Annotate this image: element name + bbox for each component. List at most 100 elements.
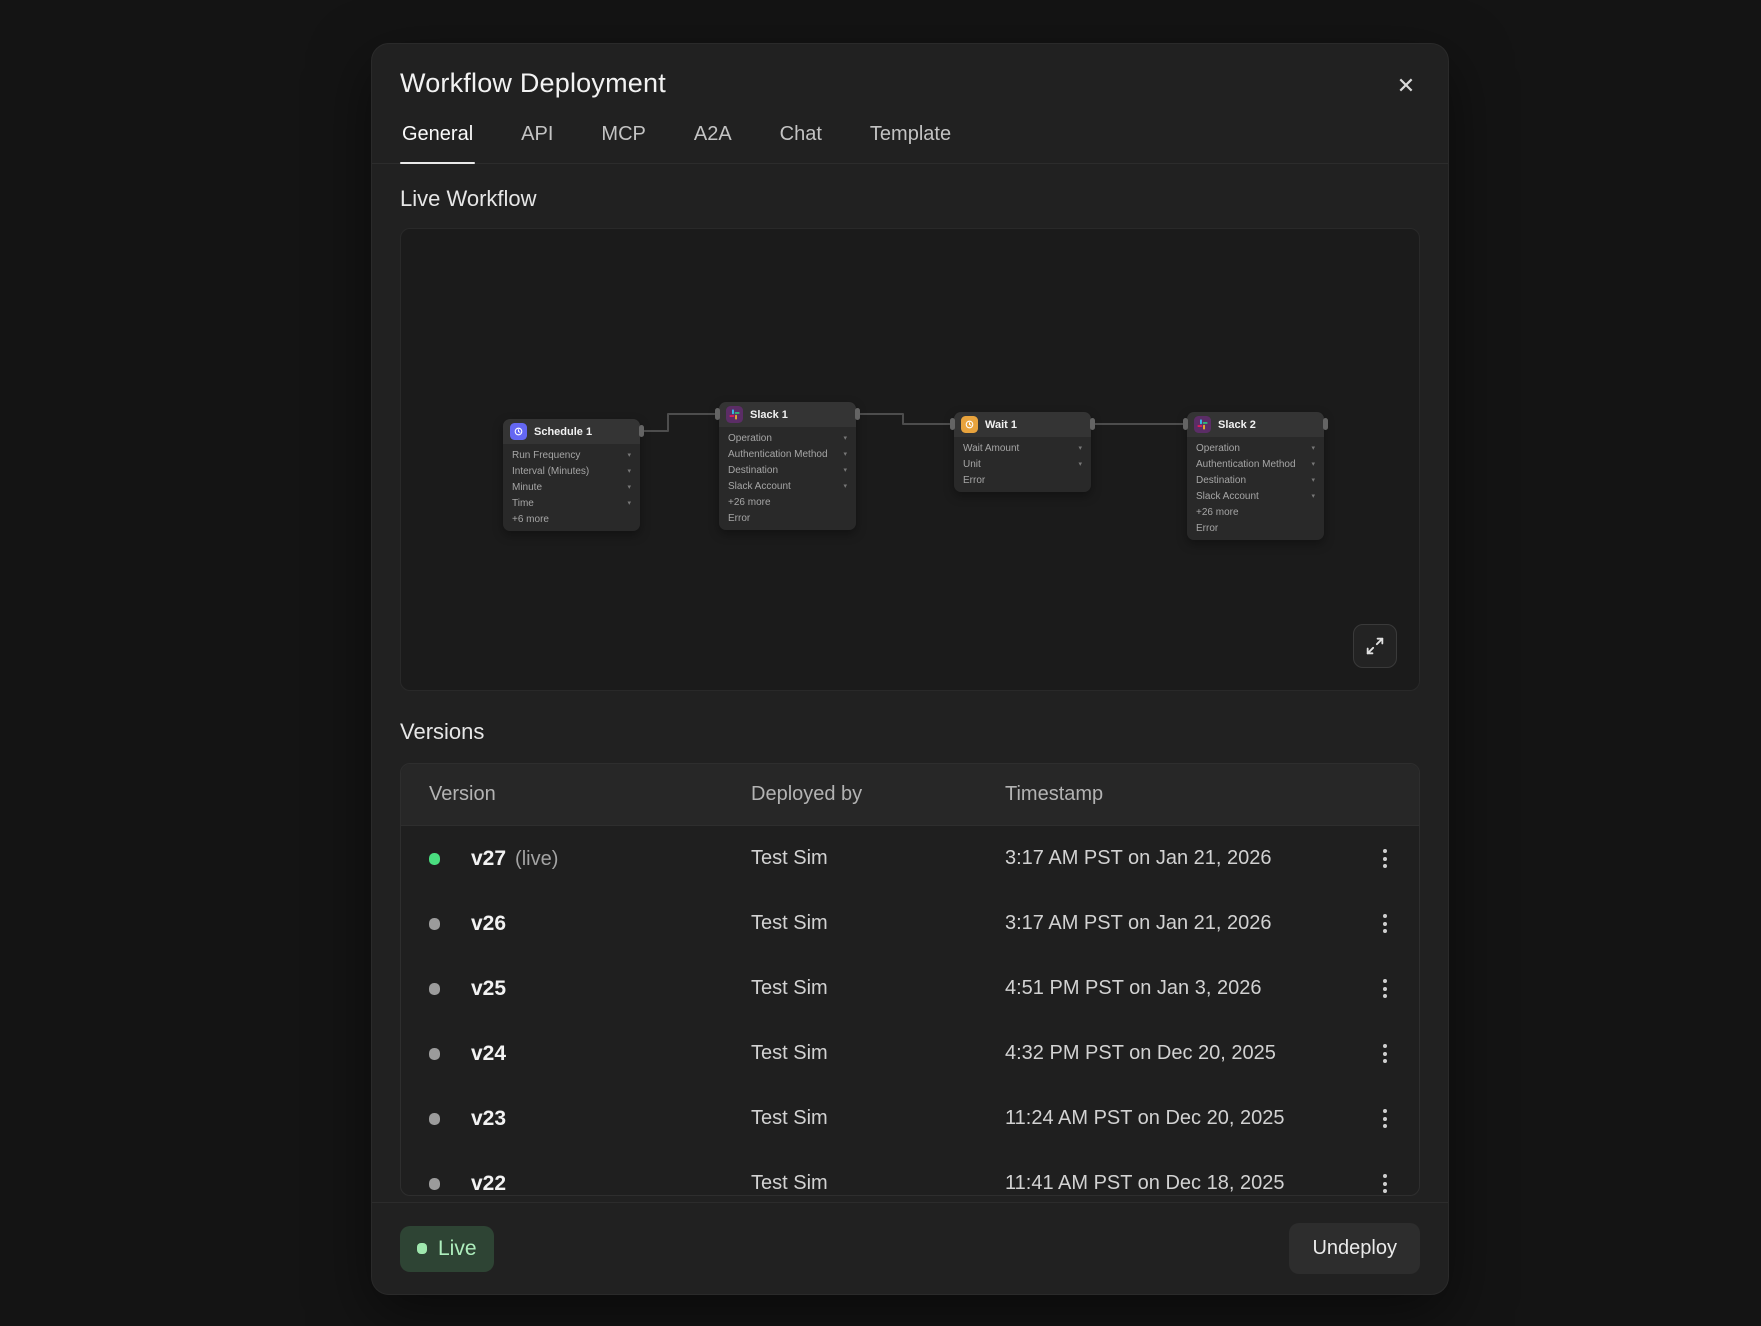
tab-general[interactable]: General: [400, 117, 475, 163]
version-label: v24: [471, 1042, 506, 1066]
chevron-down-icon: ▾: [1311, 492, 1315, 500]
node-slack-1-header: Slack 1: [719, 402, 856, 427]
deployed-by-cell: Test Sim: [751, 912, 1005, 935]
node-schedule-1-header: Schedule 1: [503, 419, 640, 444]
node-field: Destination▾: [719, 462, 856, 478]
output-port: [1323, 418, 1328, 430]
expand-icon: [1364, 635, 1386, 657]
node-title: Slack 2: [1218, 419, 1256, 431]
node-title: Schedule 1: [534, 426, 592, 438]
output-port: [855, 408, 860, 420]
version-label: v22: [471, 1172, 506, 1196]
slack-icon: [1194, 416, 1211, 433]
workflow-deployment-modal: Workflow Deployment ✕ General API MCP A2…: [371, 43, 1449, 1295]
clock-icon: [961, 416, 978, 433]
chevron-down-icon: ▾: [1078, 460, 1082, 468]
node-field: Slack Account▾: [719, 478, 856, 494]
modal-body: Live Workflow Schedule 1 Run Frequency▾ …: [372, 164, 1448, 1196]
node-slack-2[interactable]: Slack 2 Operation▾ Authentication Method…: [1187, 412, 1324, 540]
live-badge-label: Live: [438, 1237, 477, 1261]
tab-a2a[interactable]: A2A: [692, 117, 734, 163]
kebab-menu-icon[interactable]: [1367, 1036, 1403, 1072]
version-row-v24: v24 Test Sim 4:32 PM PST on Dec 20, 2025: [401, 1021, 1419, 1086]
node-field-error: Error: [719, 510, 856, 526]
kebab-menu-icon[interactable]: [1367, 1166, 1403, 1197]
close-icon: ✕: [1397, 73, 1415, 99]
column-header-deployed-by: Deployed by: [751, 783, 1005, 806]
chevron-down-icon: ▾: [843, 482, 847, 490]
node-field-error: Error: [954, 472, 1091, 488]
undeploy-button[interactable]: Undeploy: [1289, 1223, 1420, 1274]
version-label: v25: [471, 977, 506, 1001]
chevron-down-icon: ▾: [1311, 476, 1315, 484]
node-field: Interval (Minutes)▾: [503, 463, 640, 479]
deployed-by-cell: Test Sim: [751, 847, 1005, 870]
node-wait-1[interactable]: Wait 1 Wait Amount▾ Unit▾ Error: [954, 412, 1091, 492]
kebab-menu-icon[interactable]: [1367, 906, 1403, 942]
version-label: v23: [471, 1107, 506, 1131]
deployed-by-cell: Test Sim: [751, 1042, 1005, 1065]
output-port: [639, 425, 644, 437]
column-header-timestamp: Timestamp: [1005, 783, 1343, 806]
node-slack-1-fields: Operation▾ Authentication Method▾ Destin…: [719, 427, 856, 530]
deployed-by-cell: Test Sim: [751, 1172, 1005, 1195]
node-title: Wait 1: [985, 419, 1017, 431]
chevron-down-icon: ▾: [627, 483, 631, 491]
node-slack-1[interactable]: Slack 1 Operation▾ Authentication Method…: [719, 402, 856, 530]
versions-heading: Versions: [400, 719, 1420, 745]
column-header-version: Version: [429, 783, 751, 806]
timestamp-cell: 11:41 AM PST on Dec 18, 2025: [1005, 1172, 1343, 1195]
version-row-v25: v25 Test Sim 4:51 PM PST on Jan 3, 2026: [401, 956, 1419, 1021]
node-field: Wait Amount▾: [954, 440, 1091, 456]
timestamp-cell: 4:51 PM PST on Jan 3, 2026: [1005, 977, 1343, 1000]
kebab-menu-icon[interactable]: [1367, 1101, 1403, 1137]
node-field: Minute▾: [503, 479, 640, 495]
node-field-more: +26 more: [1187, 504, 1324, 520]
chevron-down-icon: ▾: [1078, 444, 1082, 452]
node-slack-2-fields: Operation▾ Authentication Method▾ Destin…: [1187, 437, 1324, 540]
status-dot: [429, 1048, 440, 1060]
tab-api[interactable]: API: [519, 117, 555, 163]
version-label: v26: [471, 912, 506, 936]
kebab-menu-icon[interactable]: [1367, 971, 1403, 1007]
versions-table-header: Version Deployed by Timestamp: [401, 764, 1419, 826]
deployed-by-cell: Test Sim: [751, 977, 1005, 1000]
timestamp-cell: 11:24 AM PST on Dec 20, 2025: [1005, 1107, 1343, 1130]
modal-header: Workflow Deployment ✕: [372, 44, 1448, 99]
node-field: Unit▾: [954, 456, 1091, 472]
chevron-down-icon: ▾: [627, 451, 631, 459]
chevron-down-icon: ▾: [843, 450, 847, 458]
timestamp-cell: 4:32 PM PST on Dec 20, 2025: [1005, 1042, 1343, 1065]
input-port: [715, 408, 720, 420]
live-suffix: (live): [515, 848, 558, 871]
tab-mcp[interactable]: MCP: [599, 117, 647, 163]
version-row-v22: v22 Test Sim 11:41 AM PST on Dec 18, 202…: [401, 1151, 1419, 1196]
live-status-dot: [429, 853, 440, 865]
tab-chat[interactable]: Chat: [778, 117, 824, 163]
chevron-down-icon: ▾: [1311, 460, 1315, 468]
deployed-by-cell: Test Sim: [751, 1107, 1005, 1130]
version-label: v27: [471, 847, 506, 871]
workflow-preview-canvas[interactable]: Schedule 1 Run Frequency▾ Interval (Minu…: [400, 228, 1420, 691]
live-status-badge: Live: [400, 1226, 494, 1272]
version-row-v23: v23 Test Sim 11:24 AM PST on Dec 20, 202…: [401, 1086, 1419, 1151]
input-port: [950, 418, 955, 430]
node-slack-2-header: Slack 2: [1187, 412, 1324, 437]
input-port: [1183, 418, 1188, 430]
tab-template[interactable]: Template: [868, 117, 953, 163]
node-field-more: +26 more: [719, 494, 856, 510]
status-dot: [429, 1113, 440, 1125]
node-schedule-1[interactable]: Schedule 1 Run Frequency▾ Interval (Minu…: [503, 419, 640, 531]
timestamp-cell: 3:17 AM PST on Jan 21, 2026: [1005, 912, 1343, 935]
expand-workflow-button[interactable]: [1353, 624, 1397, 668]
version-row-v27: v27(live) Test Sim 3:17 AM PST on Jan 21…: [401, 826, 1419, 891]
node-title: Slack 1: [750, 409, 788, 421]
chevron-down-icon: ▾: [843, 466, 847, 474]
chevron-down-icon: ▾: [627, 467, 631, 475]
node-field-error: Error: [1187, 520, 1324, 536]
close-button[interactable]: ✕: [1388, 68, 1424, 104]
node-field: Operation▾: [719, 430, 856, 446]
kebab-menu-icon[interactable]: [1367, 841, 1403, 877]
chevron-down-icon: ▾: [843, 434, 847, 442]
status-dot: [429, 1178, 440, 1190]
